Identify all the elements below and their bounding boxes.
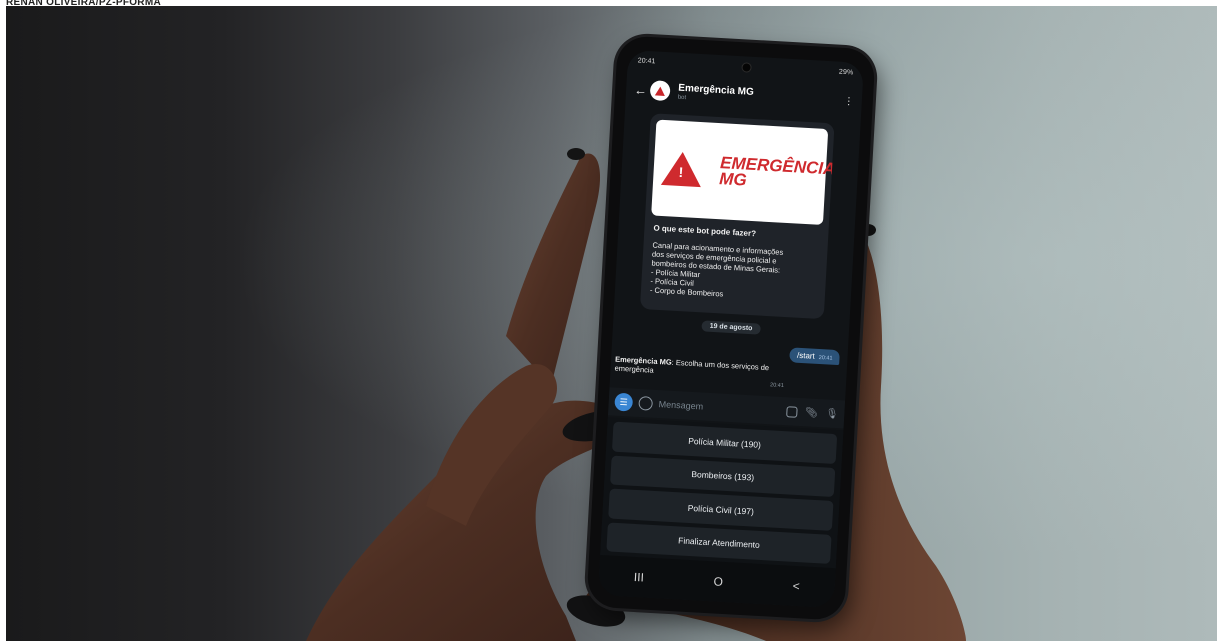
message-input[interactable]: Mensagem (658, 399, 778, 416)
arrow-left-icon[interactable]: ← (634, 82, 651, 98)
outgoing-text: /start (796, 350, 816, 361)
banner-divider (710, 149, 713, 192)
bot-intro-card: EMERGÊNCIA MG O que este bot pode fazer?… (639, 113, 835, 320)
avatar[interactable] (649, 80, 671, 102)
photo: 20:41 29% ← Emergência MG bot ⋮ EMERGÊNC… (6, 6, 1217, 641)
outgoing-time: 20:41 (818, 354, 833, 362)
emergency-logo-icon (654, 85, 666, 96)
attach-icon[interactable]: 📎︎ (805, 407, 818, 419)
smartphone: 20:41 29% ← Emergência MG bot ⋮ EMERGÊNC… (586, 35, 876, 621)
back-icon[interactable]: < (792, 579, 800, 593)
bot-menu-icon[interactable]: ☰ (614, 392, 634, 412)
status-time: 20:41 (637, 57, 656, 66)
more-vert-icon[interactable]: ⋮ (844, 95, 855, 107)
recents-icon[interactable]: III (633, 570, 644, 585)
outgoing-message: /start 20:41 (789, 347, 840, 366)
mic-icon[interactable]: 🎙︎ (825, 408, 838, 420)
battery-level: 29% (838, 68, 854, 77)
chat-title[interactable]: Emergência MG bot (678, 83, 754, 105)
bot-banner: EMERGÊNCIA MG (651, 119, 835, 225)
bot-reply-keyboard: Polícia Militar (190) Bombeiros (193) Po… (600, 417, 844, 569)
banner-wordmark: EMERGÊNCIA MG (719, 153, 835, 193)
keyboard-toggle-icon[interactable] (785, 405, 798, 418)
intro-heading: O que este bot pode fazer? (653, 223, 757, 239)
bot-intro-text: O que este bot pode fazer? Canal para ac… (641, 221, 829, 306)
warning-triangle-icon (660, 150, 703, 188)
finger-nail-left (567, 148, 585, 160)
date-separator: 19 de agosto (701, 320, 761, 335)
incoming-message: Emergência MG: Escolha um dos serviços d… (614, 355, 785, 391)
phone-screen: 20:41 29% ← Emergência MG bot ⋮ EMERGÊNC… (597, 49, 864, 609)
left-fingers (506, 153, 601, 386)
home-icon[interactable]: O (713, 574, 723, 588)
emoji-icon[interactable] (638, 395, 654, 411)
photo-credit: RENAN OLIVEIRA/PZ-PFORMA (6, 0, 161, 8)
